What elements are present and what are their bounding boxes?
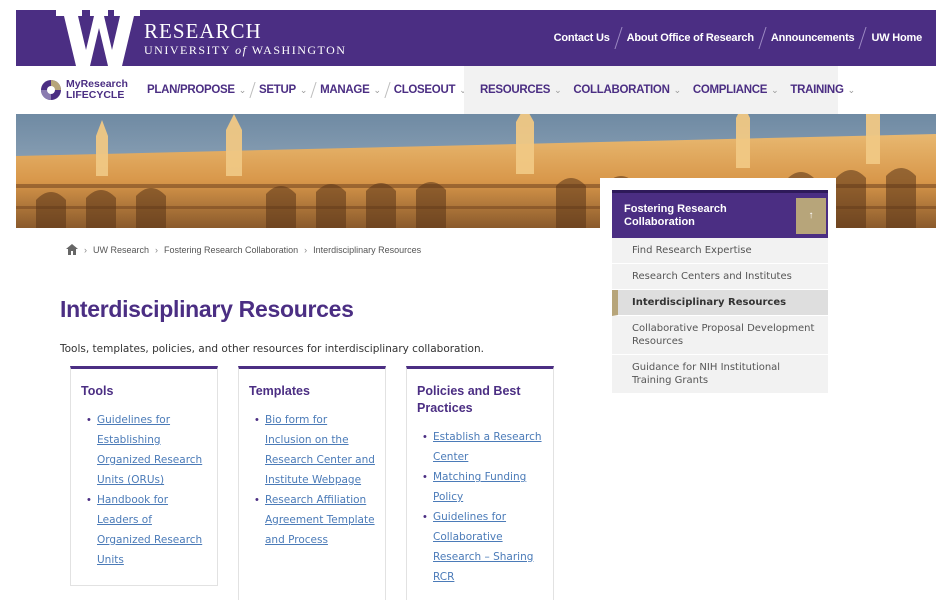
divider — [684, 82, 690, 98]
lifecycle-nav: PLAN/PROPOSE ⌄ SETUP ⌄ MANAGE ⌄ CLOSEOUT ⌄ — [147, 82, 467, 98]
card-tools: Tools Guidelines for Establishing Organi… — [70, 366, 218, 586]
uw-home-link[interactable]: UW Home — [871, 32, 922, 44]
divider — [858, 27, 868, 49]
bio-form-link[interactable]: Bio form for Inclusion on the Research C… — [265, 414, 375, 486]
lifecycle-icon — [41, 80, 61, 100]
sidebar-item-find-expertise[interactable]: Find Research Expertise — [612, 238, 828, 264]
list-item: Guidelines for Collaborative Research – … — [417, 507, 543, 587]
brand-university: UNIVERSITY of WASHINGTON — [144, 43, 347, 57]
site-header: RESEARCH UNIVERSITY of WASHINGTON Contac… — [16, 10, 936, 66]
section-sidebar: Fostering Research Collaboration ↑ Find … — [600, 178, 836, 416]
list-item: Establish a Research Center — [417, 427, 543, 467]
card-title: Templates — [249, 384, 310, 398]
nav-manage[interactable]: MANAGE ⌄ — [320, 84, 381, 96]
lifecycle-label: MyResearch LIFECYCLE — [66, 78, 128, 101]
chevron-down-icon: ⌄ — [373, 84, 381, 95]
home-icon[interactable] — [66, 244, 78, 255]
breadcrumb: › UW Research › Fostering Research Colla… — [66, 244, 421, 255]
sidebar-header[interactable]: Fostering Research Collaboration ↑ — [612, 190, 828, 238]
uw-w-logo-icon[interactable] — [52, 10, 140, 66]
list-item: Handbook for Leaders of Organized Resear… — [81, 490, 207, 570]
guidelines-oru-link[interactable]: Guidelines for Establishing Organized Re… — [97, 414, 202, 486]
divider — [781, 82, 788, 98]
chevron-down-icon: ⌄ — [238, 84, 247, 95]
breadcrumb-uw-research[interactable]: UW Research — [93, 245, 149, 255]
nav-training[interactable]: TRAINING ⌄ — [790, 84, 856, 96]
about-office-link[interactable]: About Office of Research — [627, 32, 754, 44]
divider — [249, 82, 256, 98]
divider — [758, 27, 767, 49]
list-item: Research Affiliation Agreement Template … — [249, 490, 375, 550]
nav-setup[interactable]: SETUP ⌄ — [259, 84, 307, 96]
matching-funding-link[interactable]: Matching Funding Policy — [433, 471, 526, 503]
utility-links: Contact Us About Office of Research Anno… — [554, 10, 922, 66]
chevron-down-icon: ⌄ — [771, 84, 779, 95]
divider — [310, 82, 317, 98]
card-policies: Policies and Best Practices Establish a … — [406, 366, 554, 600]
list-item: Matching Funding Policy — [417, 467, 543, 507]
main-nav: MyResearch LIFECYCLE PLAN/PROPOSE ⌄ SETUP… — [40, 66, 936, 114]
nav-closeout[interactable]: CLOSEOUT ⌄ — [394, 84, 467, 96]
sidebar-item-nih-training-grants[interactable]: Guidance for NIH Institutional Training … — [612, 355, 828, 394]
handbook-leaders-link[interactable]: Handbook for Leaders of Organized Resear… — [97, 494, 202, 566]
sidebar-title: Fostering Research Collaboration — [624, 202, 727, 228]
brand-research: RESEARCH — [144, 19, 262, 43]
list-item: Guidelines for Establishing Organized Re… — [81, 410, 207, 490]
page-intro: Tools, templates, policies, and other re… — [60, 343, 484, 355]
site-logo-text[interactable]: RESEARCH UNIVERSITY of WASHINGTON — [144, 20, 346, 58]
chevron-down-icon: ⌄ — [554, 84, 562, 95]
chevron-down-icon: ⌄ — [299, 84, 308, 95]
breadcrumb-separator: › — [84, 244, 87, 255]
nav-compliance[interactable]: COMPLIANCE ⌄ — [693, 84, 779, 96]
divider — [564, 82, 571, 98]
breadcrumb-separator: › — [155, 244, 159, 255]
sidebar-item-proposal-development[interactable]: Collaborative Proposal Development Resou… — [612, 316, 828, 355]
arrow-up-icon[interactable]: ↑ — [796, 197, 826, 234]
nav-resources[interactable]: RESOURCES ⌄ — [480, 84, 562, 96]
announcements-link[interactable]: Announcements — [771, 32, 855, 44]
divider — [614, 27, 623, 49]
sidebar-item-interdisciplinary[interactable]: Interdisciplinary Resources — [612, 290, 828, 316]
establish-center-link[interactable]: Establish a Research Center — [433, 431, 542, 463]
chevron-down-icon: ⌄ — [673, 84, 682, 95]
card-title: Policies and Best Practices — [417, 384, 521, 415]
nav-plan-propose[interactable]: PLAN/PROPOSE ⌄ — [147, 84, 246, 96]
divider — [384, 82, 391, 98]
nav-collaboration[interactable]: COLLABORATION ⌄ — [573, 84, 682, 96]
breadcrumb-separator: › — [304, 244, 308, 255]
card-title: Tools — [81, 384, 114, 398]
sidebar-item-centers-institutes[interactable]: Research Centers and Institutes — [612, 264, 828, 290]
collaborative-research-rcr-link[interactable]: Guidelines for Collaborative Research – … — [433, 511, 533, 583]
resources-nav: RESOURCES ⌄ COLLABORATION ⌄ COMPLIANCE ⌄ TR… — [464, 66, 855, 114]
breadcrumb-fostering[interactable]: Fostering Research Collaboration — [164, 245, 298, 255]
chevron-down-icon: ⌄ — [847, 84, 856, 95]
myresearch-lifecycle-logo[interactable]: MyResearch LIFECYCLE — [40, 79, 137, 101]
affiliation-agreement-link[interactable]: Research Affiliation Agreement Template … — [265, 494, 375, 546]
contact-us-link[interactable]: Contact Us — [554, 32, 610, 44]
page-title: Interdisciplinary Resources — [60, 296, 354, 322]
card-templates: Templates Bio form for Inclusion on the … — [238, 366, 386, 600]
list-item: Bio form for Inclusion on the Research C… — [249, 410, 375, 490]
breadcrumb-current: Interdisciplinary Resources — [313, 244, 422, 255]
